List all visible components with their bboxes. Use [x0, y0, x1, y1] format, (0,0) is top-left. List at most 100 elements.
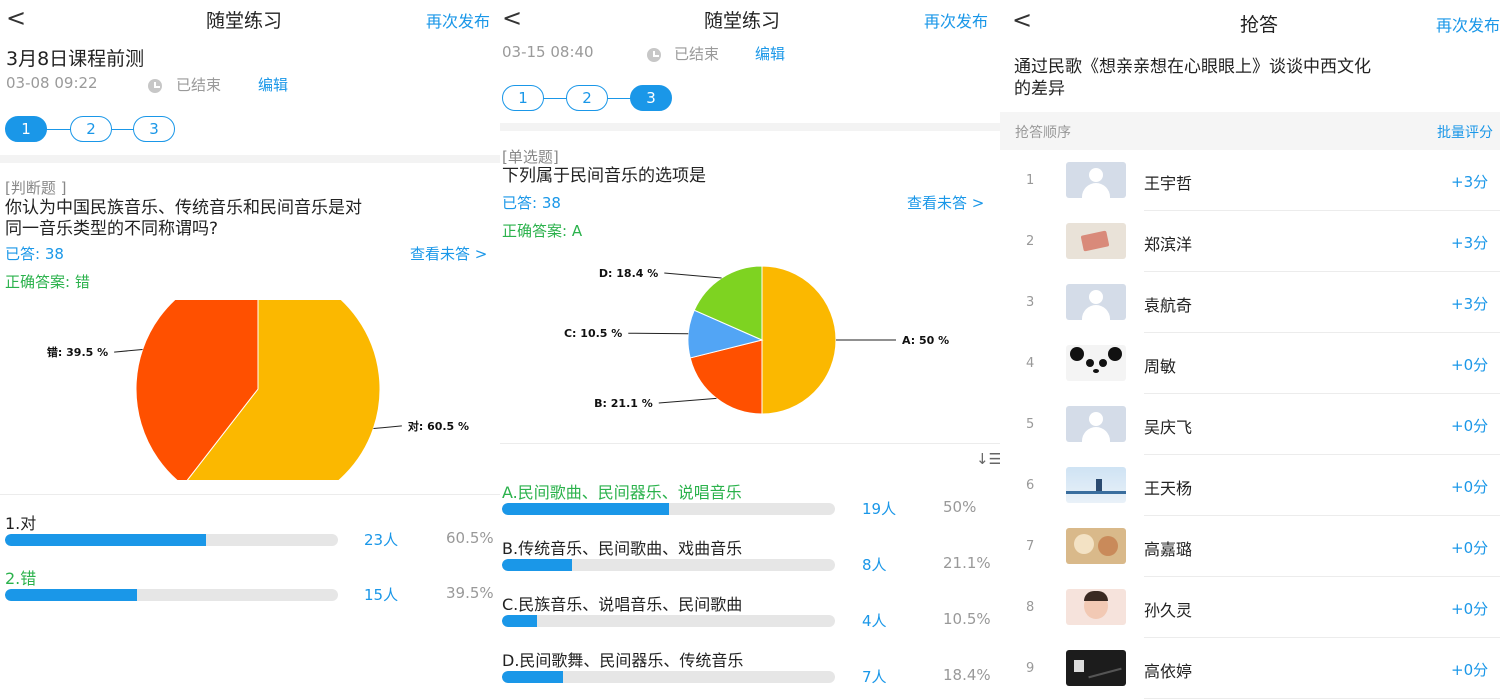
rank-row[interactable]: 1 王宇哲 +3分: [1000, 150, 1500, 211]
option-progress-fill: [502, 615, 537, 627]
rank-order-label: 抢答顺序: [1015, 125, 1071, 141]
score-button[interactable]: +3分: [1451, 293, 1488, 314]
step-3[interactable]: 3: [630, 85, 672, 111]
rank-number: 1: [1026, 173, 1035, 188]
rank-row[interactable]: 6 王天杨 +0分: [1000, 455, 1500, 516]
student-name: 吴庆飞: [1144, 418, 1193, 437]
pie-leader-line: [664, 272, 722, 279]
rank-row[interactable]: 7 高嘉璐 +0分: [1000, 516, 1500, 577]
option-count: 15人: [364, 586, 399, 604]
answered-count: 已答: 38: [502, 194, 561, 212]
step-2[interactable]: 2: [566, 85, 608, 111]
question-text-line2: 同一音乐类型的不同称谓吗?: [5, 219, 219, 239]
question-text-line2: 的差异: [1014, 79, 1065, 99]
score-button[interactable]: +3分: [1451, 171, 1488, 192]
option-count: 8人: [862, 556, 887, 574]
republish-button[interactable]: 再次发布: [1436, 12, 1500, 36]
view-unanswered-link[interactable]: 查看未答 >: [410, 243, 487, 264]
score-button[interactable]: +0分: [1451, 354, 1488, 375]
view-unanswered-link[interactable]: 查看未答 >: [907, 192, 984, 213]
score-button[interactable]: +0分: [1451, 537, 1488, 558]
pie-leader-line: [658, 397, 717, 404]
option-count: 23人: [364, 531, 399, 549]
bear-avatar: [1066, 528, 1126, 564]
pie-slice-A: [761, 265, 837, 415]
student-name: 袁航奇: [1144, 296, 1193, 315]
question-type: [单选题]: [502, 148, 559, 166]
score-button[interactable]: +3分: [1451, 232, 1488, 253]
option-label: 2.错: [5, 569, 37, 588]
answered-count: 已答: 38: [5, 245, 64, 263]
question-text-line1: 通过民歌《想亲亲想在心眼眼上》谈谈中西文化: [1014, 57, 1371, 77]
rank-row[interactable]: 5 吴庆飞 +0分: [1000, 394, 1500, 455]
default-avatar: [1066, 162, 1126, 198]
option-percent: 18.4%: [943, 666, 991, 684]
pie-label: C: 10.5 %: [564, 327, 622, 340]
student-name: 郑滨洋: [1144, 235, 1193, 254]
rank-number: 5: [1026, 417, 1035, 432]
student-name: 高依婷: [1144, 662, 1193, 681]
option-progress-bar: [5, 589, 338, 601]
question-type: [判断题 ]: [5, 179, 67, 197]
option-percent: 50%: [943, 498, 977, 516]
rank-number: 9: [1026, 661, 1035, 676]
batch-score-button[interactable]: 批量评分: [1437, 122, 1493, 142]
panda-avatar: [1066, 345, 1126, 381]
rank-row[interactable]: 2 郑滨洋 +3分: [1000, 211, 1500, 272]
student-name: 高嘉璐: [1144, 540, 1193, 559]
correct-answer: 正确答案: 错: [5, 273, 90, 291]
sort-icon[interactable]: ↓☰: [976, 450, 1000, 468]
status-text: 已结束: [674, 45, 720, 63]
option-label: 1.对: [5, 514, 37, 533]
rank-number: 2: [1026, 234, 1035, 249]
student-name: 王宇哲: [1144, 174, 1193, 193]
option-label: C.民族音乐、说唱音乐、民间歌曲: [502, 595, 743, 614]
question-text-line1: 下列属于民间音乐的选项是: [502, 166, 706, 186]
step-connector: [607, 98, 631, 99]
rank-row[interactable]: 3 袁航奇 +3分: [1000, 272, 1500, 333]
step-1[interactable]: 1: [502, 85, 544, 111]
pie-label: 对: 60.5 %: [408, 419, 469, 433]
step-connector: [112, 129, 134, 130]
option-count: 7人: [862, 668, 887, 686]
section-divider: [500, 123, 1000, 131]
option-percent: 39.5%: [446, 584, 494, 602]
republish-button[interactable]: 再次发布: [426, 8, 490, 32]
step-connector: [46, 129, 72, 130]
panel-quiz-2: < 随堂练习 再次发布 03-15 08:40 已结束 编辑 1 2 3 [单选…: [500, 0, 1000, 700]
score-button[interactable]: +0分: [1451, 598, 1488, 619]
rank-row[interactable]: 8 孙久灵 +0分: [1000, 577, 1500, 638]
score-button[interactable]: +0分: [1451, 476, 1488, 497]
back-icon[interactable]: <: [6, 6, 26, 30]
rank-row[interactable]: 9 高依婷 +0分: [1000, 638, 1500, 699]
republish-button[interactable]: 再次发布: [924, 8, 988, 32]
rank-number: 8: [1026, 600, 1035, 615]
beach-avatar: [1066, 467, 1126, 503]
back-icon[interactable]: <: [1012, 8, 1032, 32]
page-title: 抢答: [1240, 14, 1279, 36]
clock-icon: [647, 48, 661, 62]
rank-row[interactable]: 4 周敏 +0分: [1000, 333, 1500, 394]
rank-header: [1000, 112, 1500, 150]
rank-number: 3: [1026, 295, 1035, 310]
score-button[interactable]: +0分: [1451, 659, 1488, 680]
edit-link[interactable]: 编辑: [755, 43, 785, 64]
pie-leader-line: [114, 348, 143, 353]
student-name: 周敏: [1144, 357, 1177, 376]
pie-leader-line: [628, 332, 689, 335]
row-divider: [1144, 698, 1500, 699]
back-icon[interactable]: <: [502, 6, 522, 30]
pie-label: A: 50 %: [902, 334, 949, 347]
panel-quiz-1: < 随堂练习 再次发布 3月8日课程前测 03-08 09:22 已结束 编辑 …: [0, 0, 500, 700]
student-name: 王天杨: [1144, 479, 1193, 498]
option-count: 4人: [862, 612, 887, 630]
edit-link[interactable]: 编辑: [258, 74, 288, 95]
step-3[interactable]: 3: [133, 116, 175, 142]
pie-leader-line: [373, 425, 402, 430]
photo-avatar: [1066, 223, 1126, 259]
step-1[interactable]: 1: [5, 116, 47, 142]
score-button[interactable]: +0分: [1451, 415, 1488, 436]
option-progress-fill: [5, 534, 206, 546]
step-2[interactable]: 2: [70, 116, 112, 142]
student-name: 孙久灵: [1144, 601, 1193, 620]
